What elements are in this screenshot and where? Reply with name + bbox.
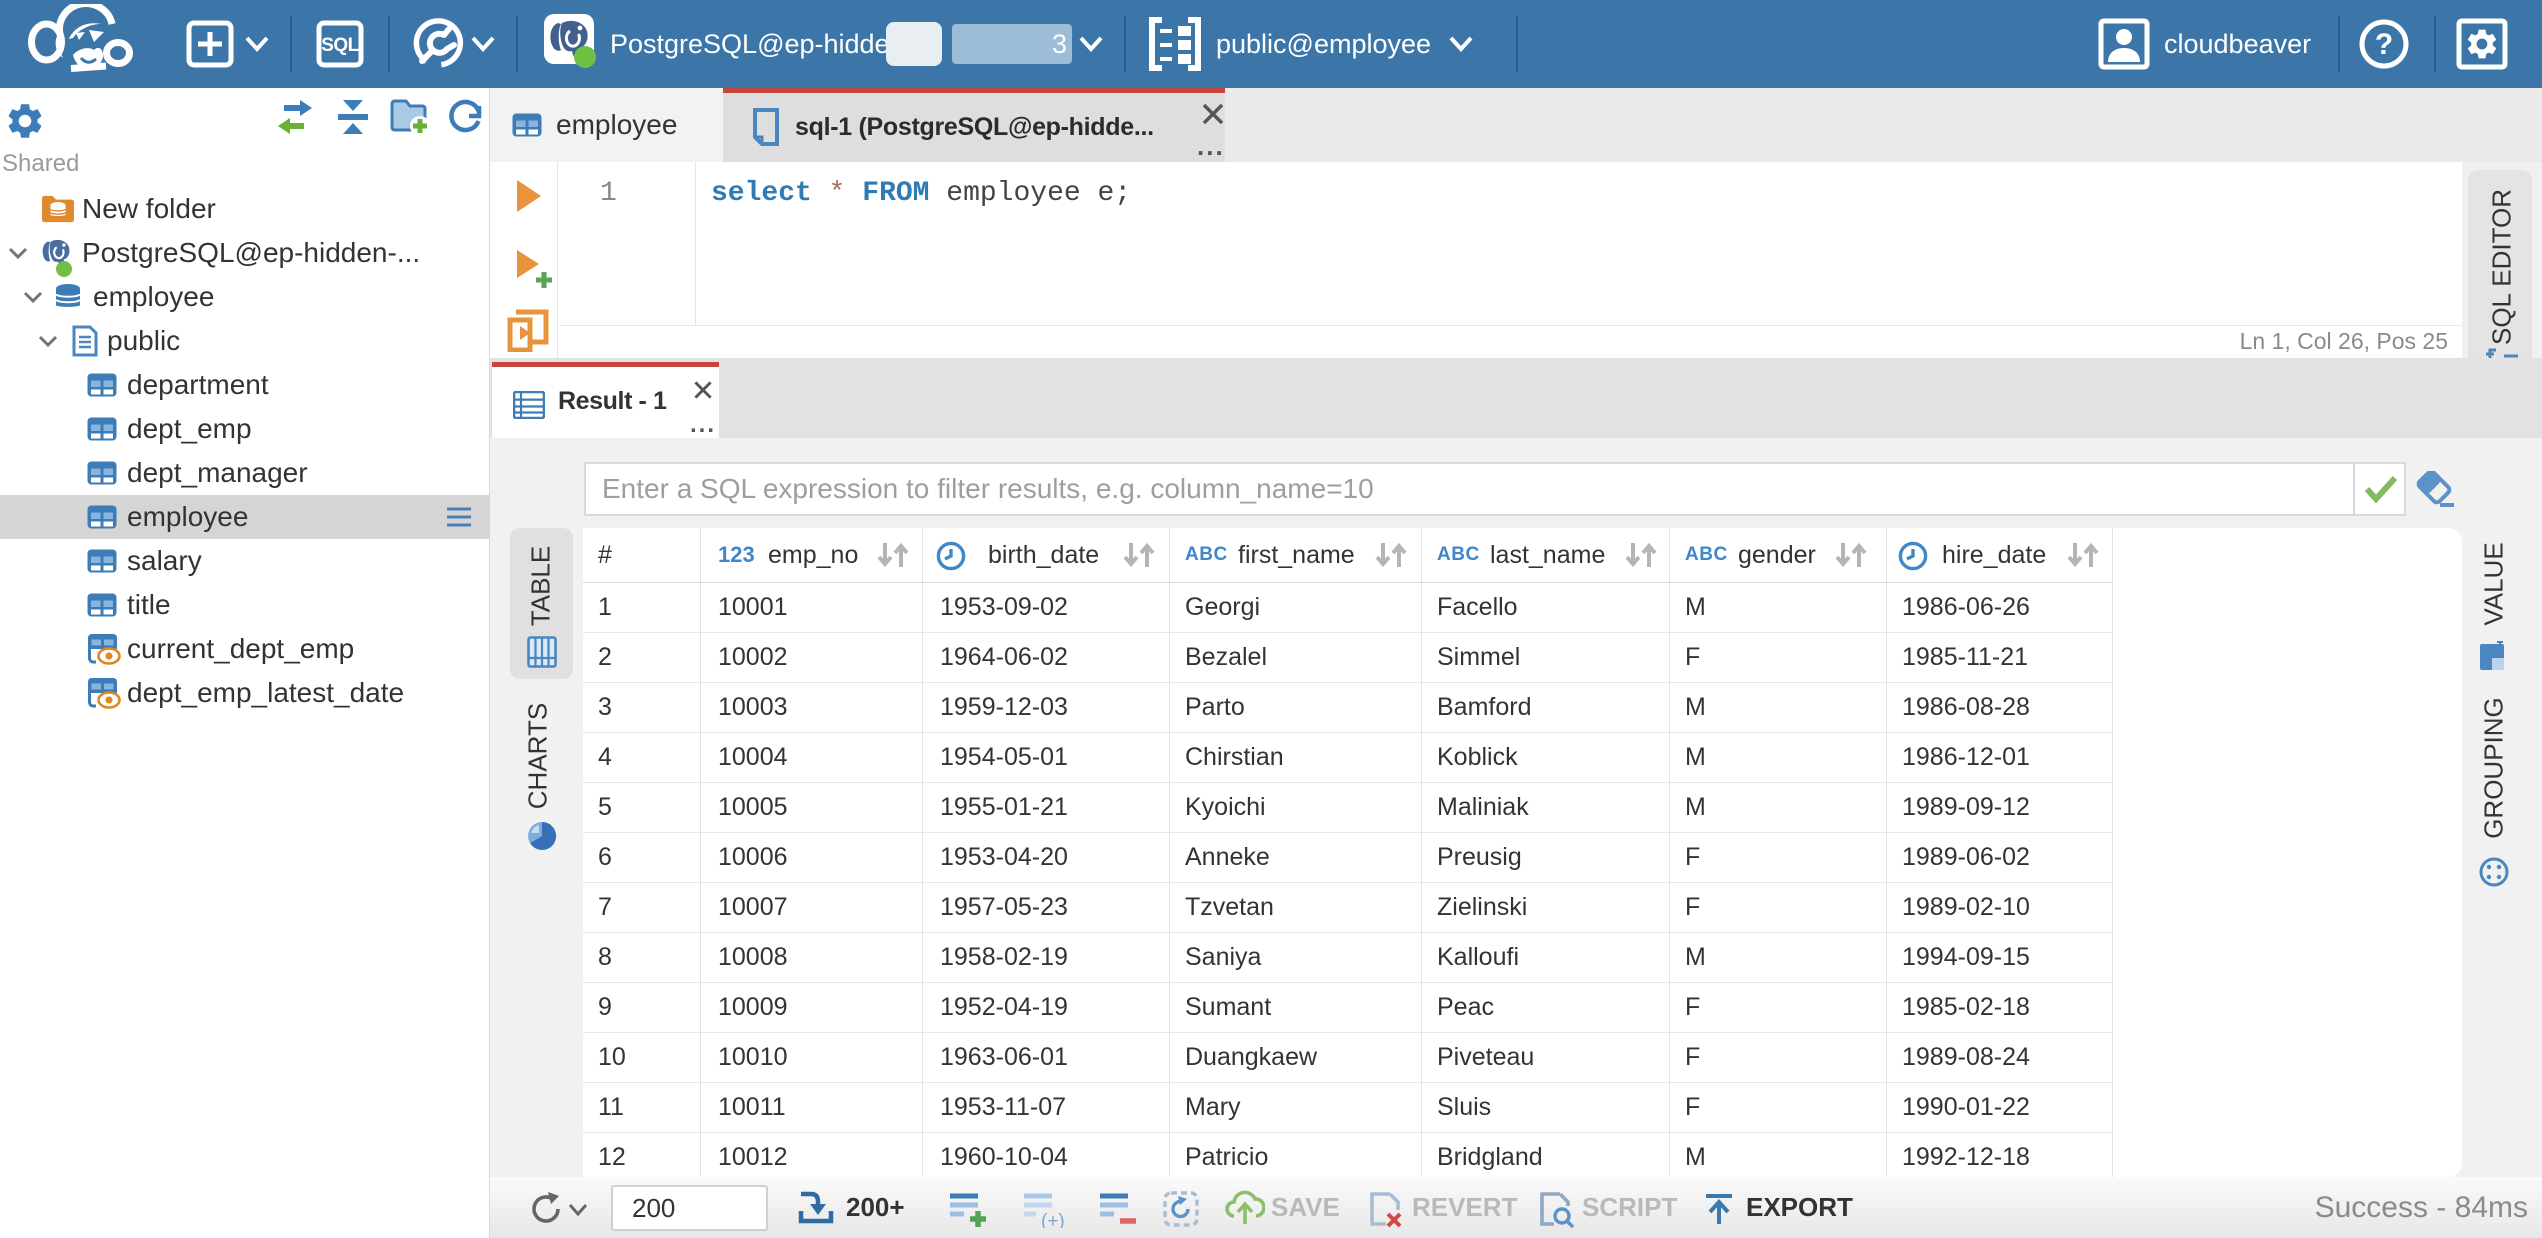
svg-text:SQL: SQL	[321, 35, 359, 56]
svg-text:(+): (+)	[1041, 1211, 1065, 1228]
svg-text:?: ?	[2375, 28, 2393, 61]
